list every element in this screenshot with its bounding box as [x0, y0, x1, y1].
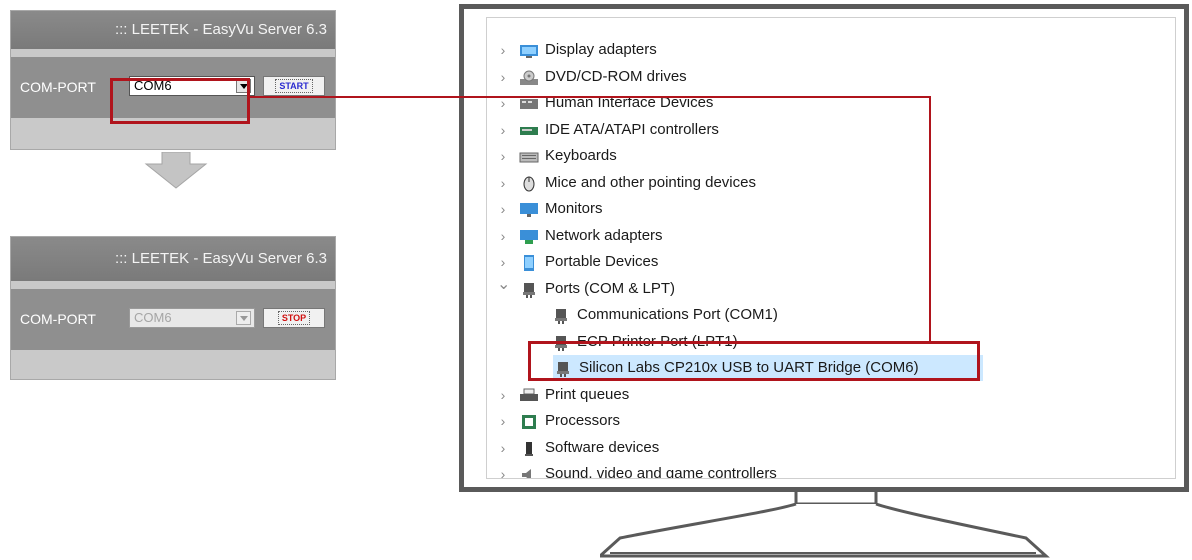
- panel-title: ::: LEETEK - EasyVu Server 6.3: [11, 11, 335, 49]
- stop-button[interactable]: STOP: [263, 308, 325, 328]
- chevron-right-icon[interactable]: ›: [497, 90, 509, 116]
- monitor-stand: [600, 490, 1050, 558]
- tree-item-label: Print queues: [545, 385, 630, 403]
- tree-item-label: Processors: [545, 412, 621, 429]
- down-arrow-icon: [144, 152, 208, 189]
- selected-port-highlight-box: [528, 341, 980, 381]
- tree-item-label: Network adapters: [545, 226, 663, 244]
- chevron-right-icon[interactable]: ›: [497, 170, 509, 196]
- chevron-right-icon[interactable]: ›: [497, 143, 509, 169]
- start-button[interactable]: START: [263, 76, 325, 96]
- sound-icon: [519, 466, 539, 478]
- tree-item-dvd-cd-rom-drives[interactable]: › DVD/CD-ROM drives: [487, 64, 1175, 90]
- chevron-right-icon[interactable]: ›: [497, 382, 509, 408]
- tree-item-print-queues[interactable]: › Print queues: [487, 382, 1175, 408]
- chevron-right-icon[interactable]: ›: [497, 117, 509, 143]
- software-device-icon: [519, 440, 539, 456]
- com-port-label: COM-PORT: [20, 311, 96, 327]
- tree-item-human-interface-devices[interactable]: › Human Interface Devices: [487, 90, 1175, 116]
- tree-item-ide-ata-atapi-controllers[interactable]: › IDE ATA/ATAPI controllers: [487, 117, 1175, 143]
- tree-item-label: Mice and other pointing devices: [545, 173, 756, 191]
- monitor-frame: › Display adapters › DVD/CD-ROM drives › Huma…: [459, 4, 1189, 492]
- stop-button-label: STOP: [277, 311, 311, 325]
- tree-item-label: Keyboards: [545, 147, 617, 164]
- com-port-label: COM-PORT: [20, 79, 96, 95]
- port-icon: [519, 281, 539, 298]
- dvd-drive-icon: [519, 69, 539, 85]
- device-manager-tree: › Display adapters › DVD/CD-ROM drives › Huma…: [486, 17, 1176, 479]
- tree-item-label: Portable Devices: [545, 253, 659, 270]
- com-select-highlight-box: [110, 78, 250, 124]
- chevron-down-icon[interactable]: ⌄: [497, 276, 510, 302]
- chevron-right-icon[interactable]: ›: [497, 223, 509, 249]
- hid-icon: [519, 95, 539, 111]
- tree-item-ports-com-lpt[interactable]: ⌄ Ports (COM & LPT): [487, 276, 1175, 302]
- monitor-icon: [519, 201, 539, 217]
- tree-item-sound-video-and-game-controllers[interactable]: › Sound, video and game controllers: [487, 461, 1175, 479]
- tree-item-label: DVD/CD-ROM drives: [545, 67, 687, 85]
- tree-item-mice-and-other-pointing-devices[interactable]: › Mice and other pointing devices: [487, 170, 1175, 196]
- ide-controller-icon: [519, 122, 539, 138]
- tree-item-label: Communications Port (COM1): [577, 306, 778, 323]
- tree-item-software-devices[interactable]: › Software devices: [487, 435, 1175, 461]
- tree-item-communications-port-com1[interactable]: Communications Port (COM1): [487, 302, 1175, 328]
- tree-item-display-adapters[interactable]: › Display adapters: [487, 37, 1175, 63]
- tree-item-portable-devices[interactable]: › Portable Devices: [487, 249, 1175, 275]
- tree-item-monitors[interactable]: › Monitors: [487, 196, 1175, 222]
- tree-item-label: IDE ATA/ATAPI controllers: [545, 120, 719, 138]
- tree-item-label: Sound, video and game controllers: [545, 465, 777, 479]
- portable-device-icon: [519, 254, 539, 271]
- chevron-right-icon[interactable]: ›: [497, 435, 509, 461]
- com-port-value: COM6: [134, 310, 172, 325]
- tree-item-label: Display adapters: [545, 41, 657, 58]
- com-port-select[interactable]: COM6: [129, 308, 255, 328]
- chevron-right-icon[interactable]: ›: [497, 37, 509, 63]
- network-adapter-icon: [519, 228, 539, 244]
- tree-item-label: Software devices: [545, 438, 660, 456]
- panel-title: ::: LEETEK - EasyVu Server 6.3: [11, 237, 335, 281]
- mouse-icon: [519, 175, 539, 191]
- port-icon: [551, 307, 571, 324]
- start-button-label: START: [275, 79, 313, 93]
- keyboard-icon: [519, 148, 539, 164]
- chevron-right-icon[interactable]: ›: [497, 408, 509, 434]
- chevron-right-icon[interactable]: ›: [497, 249, 509, 275]
- processor-icon: [519, 413, 539, 429]
- chevron-right-icon[interactable]: ›: [497, 461, 509, 478]
- printer-icon: [519, 387, 539, 403]
- tree-item-network-adapters[interactable]: › Network adapters: [487, 223, 1175, 249]
- tree-item-label: Monitors: [545, 200, 603, 217]
- easyvu-panel-after: ::: LEETEK - EasyVu Server 6.3 COM-PORT …: [10, 236, 336, 380]
- display-adapter-icon: [519, 42, 539, 58]
- com-port-row: COM-PORT COM6 STOP: [11, 281, 335, 360]
- chevron-right-icon[interactable]: ›: [497, 196, 509, 222]
- chevron-right-icon[interactable]: ›: [497, 64, 509, 90]
- tree-item-processors[interactable]: › Processors: [487, 408, 1175, 434]
- dropdown-arrow-icon[interactable]: [236, 311, 251, 325]
- tree-item-label: Ports (COM & LPT): [545, 279, 676, 297]
- tree-item-label: Human Interface Devices: [545, 94, 714, 111]
- tree-item-keyboards[interactable]: › Keyboards: [487, 143, 1175, 169]
